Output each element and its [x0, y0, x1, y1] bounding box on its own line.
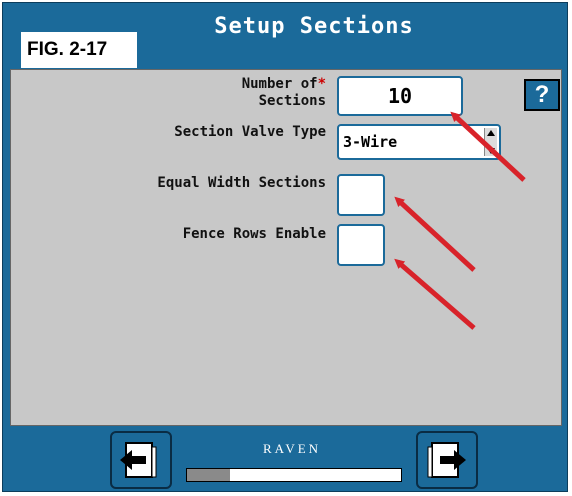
number-of-sections-label-line1: Number of: [241, 76, 318, 92]
number-of-sections-label: Number of* Sections: [150, 76, 326, 110]
select-scrollbar[interactable]: [484, 128, 497, 156]
exit-left-icon: [120, 442, 157, 478]
section-valve-type-select[interactable]: 3-Wire: [337, 124, 501, 160]
fence-rows-enable-checkbox[interactable]: [337, 224, 385, 266]
progress-bar-fill: [187, 469, 230, 481]
raven-logo: RAVEN: [242, 438, 342, 460]
required-mark: *: [317, 76, 326, 92]
scroll-down-arrow-icon[interactable]: [487, 148, 495, 154]
back-button[interactable]: [110, 431, 172, 489]
number-of-sections-input[interactable]: 10: [337, 76, 463, 116]
number-of-sections-label-line2: Sections: [258, 93, 326, 109]
section-valve-type-value: 3-Wire: [343, 133, 398, 151]
equal-width-sections-label: Equal Width Sections: [157, 175, 326, 191]
figure-label: FIG. 2-17: [21, 32, 137, 68]
settings-panel: [10, 69, 562, 426]
next-button[interactable]: [416, 431, 478, 489]
exit-right-icon: [427, 442, 466, 478]
progress-bar: [186, 468, 402, 482]
help-button[interactable]: ?: [524, 79, 560, 111]
number-of-sections-value: 10: [387, 84, 413, 108]
equal-width-sections-checkbox[interactable]: [337, 174, 385, 216]
scroll-up-arrow-icon[interactable]: [487, 130, 495, 136]
section-valve-type-label: Section Valve Type: [174, 124, 326, 140]
fence-rows-enable-label: Fence Rows Enable: [182, 226, 326, 242]
